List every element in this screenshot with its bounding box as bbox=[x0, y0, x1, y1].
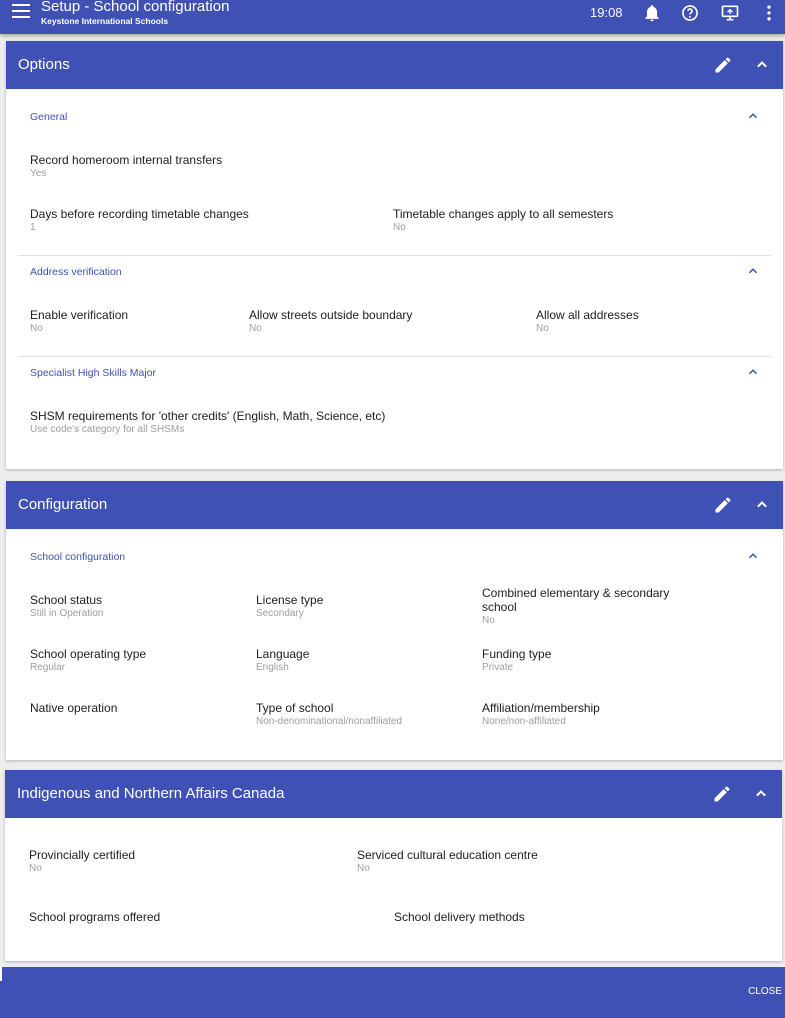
options-header: Options bbox=[6, 41, 783, 89]
field-license-type: License type Secondary bbox=[256, 593, 324, 619]
field-operating-type: School operating type Regular bbox=[30, 647, 147, 673]
collapse-icon[interactable] bbox=[752, 495, 772, 515]
field-provincially-certified: Provincially certified No bbox=[29, 848, 136, 874]
chevron-up-icon[interactable] bbox=[746, 549, 760, 563]
field-days-before: Days before recording timetable changes … bbox=[30, 207, 249, 233]
school-name: Keystone International Schools bbox=[41, 16, 169, 26]
field-type-of-school: Type of school Non-denominational/nonaff… bbox=[256, 701, 403, 727]
bell-icon[interactable] bbox=[642, 3, 662, 23]
close-button[interactable]: CLOSE bbox=[748, 986, 782, 997]
field-language: Language English bbox=[256, 647, 310, 673]
field-school-status: School status Still in Operation bbox=[30, 593, 104, 619]
app-title: Setup - School configuration bbox=[41, 0, 230, 15]
collapse-icon[interactable] bbox=[751, 784, 771, 804]
field-record-homeroom: Record homeroom internal transfers Yes bbox=[30, 153, 223, 179]
chevron-up-icon[interactable] bbox=[746, 264, 760, 278]
field-allow-all: Allow all addresses No bbox=[536, 308, 639, 334]
section-address-verification[interactable]: Address verification bbox=[30, 266, 122, 278]
menu-icon[interactable] bbox=[12, 4, 30, 18]
edit-icon[interactable] bbox=[712, 784, 732, 804]
section-general[interactable]: General bbox=[30, 111, 67, 123]
field-allow-streets: Allow streets outside boundary No bbox=[249, 308, 413, 334]
field-native-operation: Native operation bbox=[30, 701, 118, 715]
edit-icon[interactable] bbox=[713, 495, 733, 515]
section-shsm[interactable]: Specialist High Skills Major bbox=[30, 367, 156, 379]
field-programs-offered: School programs offered bbox=[29, 910, 161, 924]
field-serviced-centre: Serviced cultural education centre No bbox=[357, 848, 538, 874]
divider bbox=[18, 356, 771, 357]
help-icon[interactable] bbox=[680, 3, 700, 23]
edit-icon[interactable] bbox=[713, 55, 733, 75]
more-vert-icon[interactable] bbox=[759, 3, 779, 23]
field-funding-type: Funding type Private bbox=[482, 647, 552, 673]
dialog-footer: CLOSE bbox=[0, 967, 785, 1018]
inac-card: Indigenous and Northern Affairs Canada P… bbox=[5, 770, 782, 961]
clock: 19:08 bbox=[590, 5, 623, 20]
divider bbox=[18, 255, 771, 256]
footer-edge bbox=[0, 967, 2, 981]
options-title: Options bbox=[18, 56, 70, 73]
screen-share-icon[interactable] bbox=[720, 3, 740, 23]
app-bar: Setup - School configuration Keystone In… bbox=[0, 0, 785, 34]
section-school-configuration[interactable]: School configuration bbox=[30, 551, 125, 563]
inac-title: Indigenous and Northern Affairs Canada bbox=[17, 785, 285, 802]
chevron-up-icon[interactable] bbox=[746, 109, 760, 123]
chevron-up-icon[interactable] bbox=[746, 365, 760, 379]
configuration-header: Configuration bbox=[6, 481, 783, 529]
field-enable-verification: Enable verification No bbox=[30, 308, 129, 334]
inac-header: Indigenous and Northern Affairs Canada bbox=[5, 770, 782, 818]
options-card: Options General Record homeroom internal… bbox=[6, 41, 783, 469]
configuration-title: Configuration bbox=[18, 496, 108, 513]
field-combined-school: Combined elementary & secondary school N… bbox=[482, 586, 670, 626]
field-timetable-apply: Timetable changes apply to all semesters… bbox=[393, 207, 614, 233]
collapse-icon[interactable] bbox=[752, 55, 772, 75]
field-delivery-methods: School delivery methods bbox=[394, 910, 525, 924]
field-shsm-requirements: SHSM requirements for 'other credits' (E… bbox=[30, 409, 386, 435]
configuration-card: Configuration School configuration Schoo… bbox=[6, 481, 783, 760]
field-affiliation: Affiliation/membership None/non-affiliat… bbox=[482, 701, 600, 727]
